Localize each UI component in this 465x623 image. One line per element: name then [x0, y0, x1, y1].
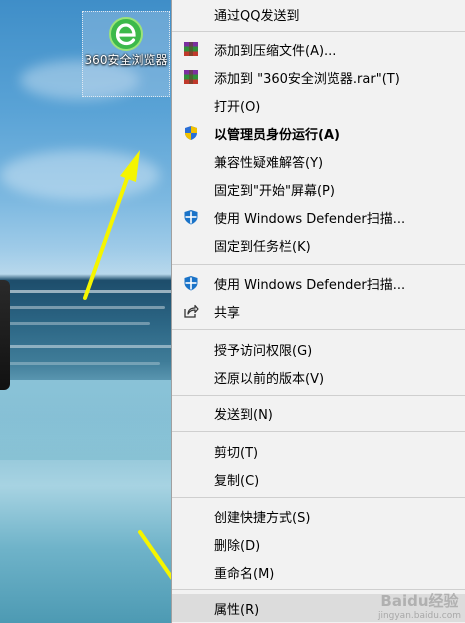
- menu-item-add-to-archive[interactable]: 添加到压缩文件(A)...: [172, 35, 465, 63]
- menu-item-cut[interactable]: 剪切(T): [172, 437, 465, 465]
- defender-shield-icon: [184, 276, 198, 291]
- menu-item-send-to[interactable]: 发送到(N): [172, 399, 465, 427]
- menu-item-pin-to-taskbar[interactable]: 固定到任务栏(K): [172, 231, 465, 259]
- baidu-jingyan-watermark: Baidu经验 jingyan.baidu.com: [377, 592, 461, 621]
- menu-item-run-as-admin[interactable]: 以管理员身份运行(A): [172, 119, 465, 147]
- menu-item-create-shortcut[interactable]: 创建快捷方式(S): [172, 502, 465, 530]
- context-menu: 通过QQ发送到 添加到压缩文件(A)... 添加到 "360安全浏览器.rar"…: [171, 0, 465, 623]
- menu-separator: [172, 497, 465, 498]
- menu-item-delete[interactable]: 删除(D): [172, 530, 465, 558]
- menu-item-share[interactable]: 共享: [172, 297, 465, 325]
- person-silhouette: [0, 280, 10, 390]
- menu-item-defender-scan[interactable]: 使用 Windows Defender扫描...: [172, 203, 465, 231]
- menu-item-defender-scan-2[interactable]: 使用 Windows Defender扫描...: [172, 269, 465, 297]
- winrar-icon: [184, 70, 198, 84]
- 360-browser-icon: [109, 17, 143, 51]
- menu-separator: [172, 395, 465, 396]
- menu-item-compat-troubleshoot[interactable]: 兼容性疑难解答(Y): [172, 147, 465, 175]
- uac-shield-icon: [185, 126, 197, 140]
- defender-shield-icon: [184, 210, 198, 225]
- menu-item-restore-versions[interactable]: 还原以前的版本(V): [172, 363, 465, 391]
- menu-item-open[interactable]: 打开(O): [172, 91, 465, 119]
- menu-separator: [172, 431, 465, 432]
- desktop-icon-360-browser[interactable]: 360安全浏览器: [82, 11, 170, 97]
- menu-separator: [172, 264, 465, 265]
- share-icon: [184, 304, 199, 318]
- menu-item-copy[interactable]: 复制(C): [172, 465, 465, 493]
- menu-separator: [172, 31, 465, 32]
- menu-separator: [172, 329, 465, 330]
- winrar-icon: [184, 42, 198, 56]
- menu-item-add-to-rar[interactable]: 添加到 "360安全浏览器.rar"(T): [172, 63, 465, 91]
- menu-item-pin-to-start[interactable]: 固定到"开始"屏幕(P): [172, 175, 465, 203]
- menu-item-send-via-qq[interactable]: 通过QQ发送到: [172, 0, 465, 28]
- menu-item-rename[interactable]: 重命名(M): [172, 558, 465, 586]
- desktop-icon-label: 360安全浏览器: [84, 53, 168, 67]
- menu-item-grant-access[interactable]: 授予访问权限(G): [172, 335, 465, 363]
